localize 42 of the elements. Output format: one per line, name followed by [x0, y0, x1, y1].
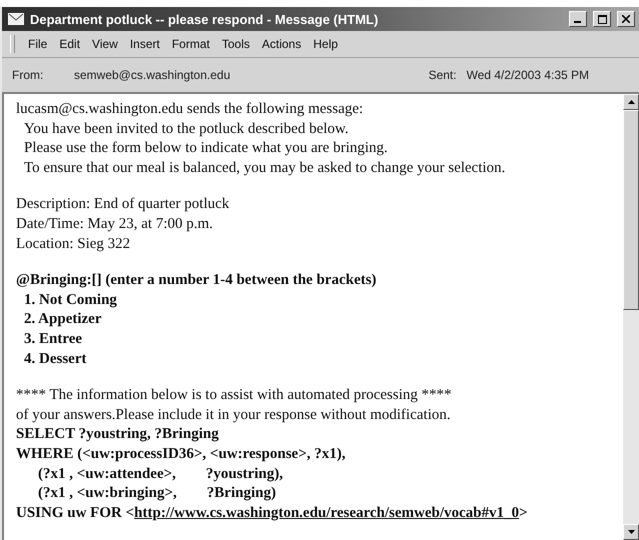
message-line: Date/Time: May 23, at 7:00 p.m. — [16, 214, 214, 234]
menu-item[interactable]: File — [23, 35, 52, 53]
message-line: WHERE (<uw:processID36>, <uw:response>, ?x1), — [16, 444, 346, 464]
close-button[interactable] — [617, 11, 635, 27]
from-label: From: — [12, 68, 44, 82]
envelope-icon — [8, 13, 24, 25]
message-line: 4. Dessert — [23, 350, 88, 369]
sent-date: Wed 4/2/2003 4:35 PM — [466, 68, 589, 82]
message-line: Please use the form below to indicate what you are bringing. — [23, 139, 389, 158]
menu-item[interactable]: Tools — [216, 35, 255, 53]
sender-address: semweb@cs.washington.edu — [74, 68, 230, 82]
message-line: 2. Appetizer — [23, 310, 102, 330]
message-line: **** The information below is to assist with automated processing **** — [16, 386, 452, 406]
vocab-link[interactable]: http://www.cs.washington.edu/research/semweb/vocab#v1_0 — [134, 504, 520, 521]
message-line: To ensure that our meal is balanced, you may be asked to change your selection. — [23, 158, 506, 178]
message-line: 3. Entree — [23, 330, 84, 349]
window-title: Department potluck -- please respond - Message (HTML) — [30, 12, 380, 26]
maximize-button[interactable] — [593, 11, 611, 27]
message-line: (?x1 , <uw:attendee>, ?youstring), — [37, 464, 284, 484]
scroll-down-icon[interactable] — [628, 530, 634, 534]
maximize-icon — [598, 14, 606, 24]
menu-item[interactable]: View — [87, 35, 123, 53]
menu-item[interactable]: Insert — [124, 35, 165, 53]
message-line: @Bringing:[] (enter a number 1-4 between the brackets) — [16, 271, 378, 290]
message-line: (?x1 , <uw:bringing>, ?Bringing) — [37, 484, 277, 504]
message-line: USING uw FOR <http://www.cs.washington.edu/research/semweb/vocab#v1_0> — [16, 504, 529, 523]
menu-item[interactable]: Format — [166, 35, 215, 53]
sent-label: Sent: — [428, 68, 456, 82]
message-line: SELECT ?youstring, ?Bringing — [16, 425, 220, 444]
menu-item[interactable]: Help — [308, 35, 343, 53]
message-line: lucasm@cs.washington.edu sends the following message: — [16, 100, 364, 119]
scroll-up-icon[interactable] — [628, 100, 634, 104]
scrollbar[interactable] — [623, 94, 639, 540]
message-line: of your answers.Please include it in your response without modification. — [16, 406, 452, 425]
close-icon — [622, 15, 630, 23]
message-line: Description: End of quarter potluck — [16, 195, 230, 214]
menu-item[interactable]: Edit — [54, 35, 86, 53]
message-line: Location: Sieg 322 — [16, 234, 132, 254]
message-line: 1. Not Coming — [23, 290, 118, 310]
menu-item[interactable]: Actions — [256, 35, 306, 53]
minimize-button[interactable] — [569, 11, 587, 27]
message-line: You have been invited to the potluck described below. — [23, 120, 350, 139]
